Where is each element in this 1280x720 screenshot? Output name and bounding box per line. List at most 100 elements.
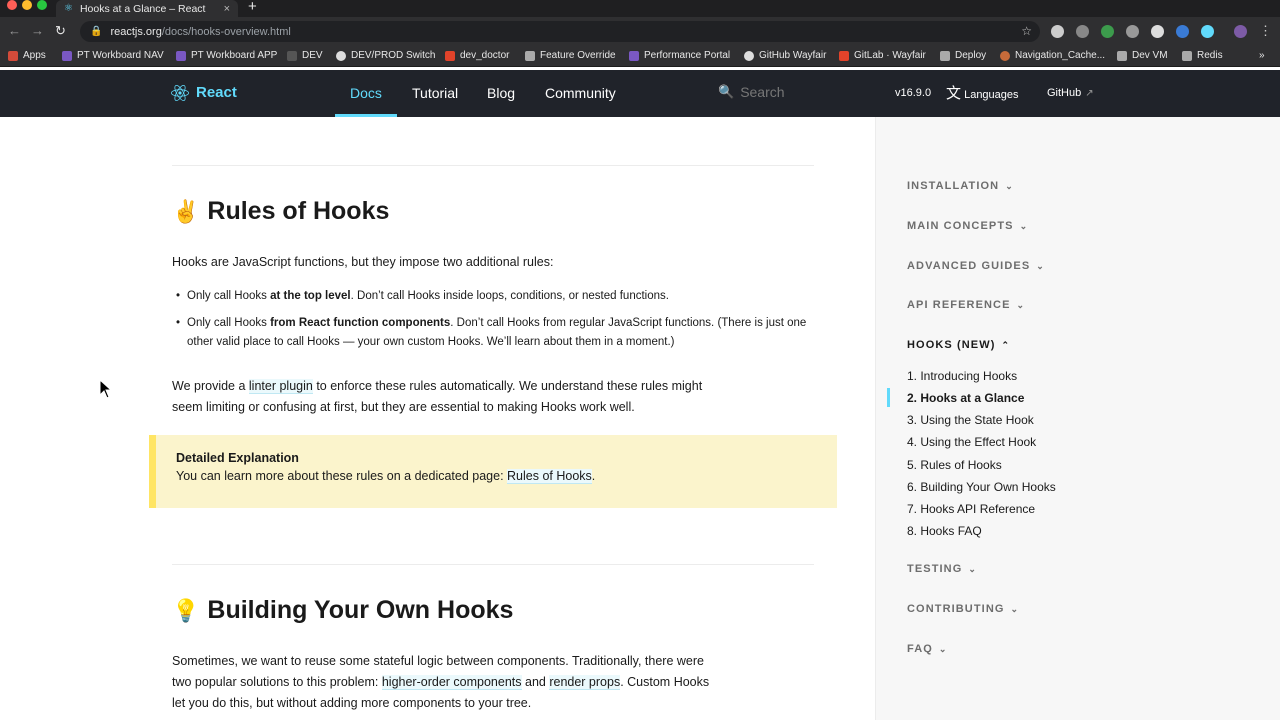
bookmark-github-wayfair[interactable]: GitHub Wayfair [744,50,826,61]
extension-gear-icon[interactable] [1076,25,1089,38]
github-link[interactable]: GitHub ↗ [1047,70,1094,117]
bookmark-dev[interactable]: DEV [287,50,323,61]
chevron-down-icon: ⌄ [1010,603,1020,614]
translate-icon: 文 [946,85,962,102]
rules-of-hooks-link[interactable]: Rules of Hooks [507,469,592,484]
sidebar-item-introducing-hooks[interactable]: 1. Introducing Hooks [907,369,1017,383]
lock-icon: 🔒 [90,26,103,37]
close-window-button[interactable] [7,0,17,10]
browser-tabstrip: ⚛ Hooks at a Glance – React × + [0,0,1280,17]
url-path: /docs/hooks-overview.html [161,25,291,38]
hoc-link[interactable]: higher-order components [381,675,522,690]
extension-clock-icon[interactable] [1051,25,1064,38]
bookmark-dev-doctor[interactable]: dev_doctor [445,50,509,61]
section-divider [172,165,814,166]
github-icon [744,50,754,61]
bookmark-dev-vm[interactable]: Dev VM [1117,50,1168,61]
building-hooks-paragraph: Sometimes, we want to reuse some statefu… [172,654,710,710]
callout-title: Detailed Explanation [176,451,299,465]
search-input[interactable]: 🔍 Search [718,84,785,100]
new-tab-button[interactable]: + [248,0,257,15]
extension-green-icon[interactable] [1101,25,1114,38]
browser-tab-active[interactable]: ⚛ Hooks at a Glance – React × [56,0,238,17]
sidebar-section-faq[interactable]: FAQ ⌄ [907,643,948,655]
bookmark-pt-workboard-nav[interactable]: PT Workboard NAV [62,50,164,61]
sidebar-item-hooks-at-a-glance[interactable]: 2. Hooks at a Glance [907,391,1024,405]
gitlab-icon [445,50,455,61]
extension-circle-icon[interactable] [1151,25,1164,38]
linter-paragraph: We provide a linter plugin to enforce th… [172,379,703,414]
gitlab-icon [839,50,849,61]
sidebar-item-effect-hook[interactable]: 4. Using the Effect Hook [907,435,1036,449]
sidebar-item-hooks-faq[interactable]: 8. Hooks FAQ [907,524,982,538]
chevron-down-icon: ⌄ [1019,220,1029,231]
nav-blog[interactable]: Blog [487,70,515,117]
callout-body: You can learn more about these rules on … [176,469,596,484]
bookmark-dev-prod-switch[interactable]: DEV/PROD Switch [336,50,435,61]
profile-avatar-icon[interactable] [1234,25,1247,38]
bookmark-pt-workboard-app[interactable]: PT Workboard APP [176,50,277,61]
react-logo-link[interactable]: React [171,84,237,101]
sidebar-section-contributing[interactable]: CONTRIBUTING ⌄ [907,603,1019,615]
site-header: React Docs Tutorial Blog Community 🔍 Sea… [0,70,1280,117]
sidebar-item-rules-of-hooks[interactable]: 5. Rules of Hooks [907,458,1002,472]
rules-of-hooks-heading: ✌️ Rules of Hooks [172,197,390,225]
sidebar-section-main-concepts[interactable]: MAIN CONCEPTS ⌄ [907,220,1028,232]
bookmark-redis[interactable]: Redis [1182,50,1223,61]
avatar-icon [1000,50,1010,61]
bookmark-star-icon[interactable]: ☆ [1021,24,1032,38]
chevron-down-icon: ⌄ [968,563,978,574]
forward-arrow-icon[interactable]: → [31,23,44,38]
bookmark-apps[interactable]: Apps [8,50,46,61]
victory-hand-icon: ✌️ [172,198,200,224]
chevron-down-icon: ⌄ [1036,260,1045,271]
workboard-icon [62,50,72,61]
linter-plugin-link[interactable]: linter plugin [248,379,313,394]
sidebar-section-api-reference[interactable]: API REFERENCE ⌄ [907,299,1025,311]
bookmark-navigation-cache[interactable]: Navigation_Cache... [1000,50,1105,61]
extension-drive-icon[interactable] [1126,25,1139,38]
tab-close-icon[interactable]: × [224,3,230,15]
reload-icon[interactable]: ↻ [55,23,66,39]
plus-icon [525,50,535,61]
nav-community[interactable]: Community [545,70,616,117]
address-bar[interactable]: 🔒 reactjs.org/docs/hooks-overview.html ☆ [80,21,1040,42]
tab-title: Hooks at a Glance – React [79,2,206,15]
sidebar-section-testing[interactable]: TESTING ⌄ [907,563,977,575]
chevron-down-icon: ⌄ [1005,180,1014,191]
react-favicon-icon: ⚛ [64,3,73,14]
sidebar-section-installation[interactable]: INSTALLATION ⌄ [907,180,1014,192]
version-link[interactable]: v16.9.0 [895,70,931,117]
bookmarks-overflow-icon[interactable]: » [1259,50,1265,61]
bookmark-performance-portal[interactable]: Performance Portal [629,50,730,61]
extension-react-icon[interactable] [1201,25,1214,38]
back-arrow-icon[interactable]: ← [8,23,21,38]
url-host: reactjs.org [110,25,162,38]
minimize-window-button[interactable] [22,0,32,10]
render-props-link[interactable]: render props [549,675,621,690]
rule-function-components: Only call Hooks from React function comp… [176,314,817,352]
mouse-pointer-icon [99,379,113,399]
browser-menu-icon[interactable]: ⋮ [1259,23,1272,39]
zoom-window-button[interactable] [37,0,47,10]
bookmark-gitlab-wayfair[interactable]: GitLab · Wayfair [839,50,926,61]
sidebar-item-hooks-api[interactable]: 7. Hooks API Reference [907,502,1035,516]
nav-docs[interactable]: Docs [350,70,382,117]
sidebar-item-state-hook[interactable]: 3. Using the State Hook [907,413,1034,427]
languages-link[interactable]: 文 Languages [946,70,1019,117]
article-content: ✌️ Rules of Hooks Hooks are JavaScript f… [0,117,875,720]
chevron-up-icon: ⌃ [1001,339,1011,350]
nav-tutorial[interactable]: Tutorial [412,70,458,117]
sidebar-section-advanced-guides[interactable]: ADVANCED GUIDES ⌄ [907,260,1045,272]
bookmark-feature-override[interactable]: Feature Override [525,50,616,61]
rules-intro-text: Hooks are JavaScript functions, but they… [172,255,554,269]
sidebar-section-hooks[interactable]: HOOKS (NEW) ⌃ [907,339,1010,351]
sidebar-active-indicator [887,388,890,407]
bookmark-deploy[interactable]: Deploy [940,50,986,61]
extension-blue-icon[interactable] [1176,25,1189,38]
sidebar-item-custom-hooks[interactable]: 6. Building Your Own Hooks [907,480,1056,494]
folder-icon [940,50,950,61]
globe-icon [336,50,346,61]
rule-top-level: Only call Hooks at the top level. Don’t … [176,287,817,306]
apps-grid-icon [8,50,18,61]
